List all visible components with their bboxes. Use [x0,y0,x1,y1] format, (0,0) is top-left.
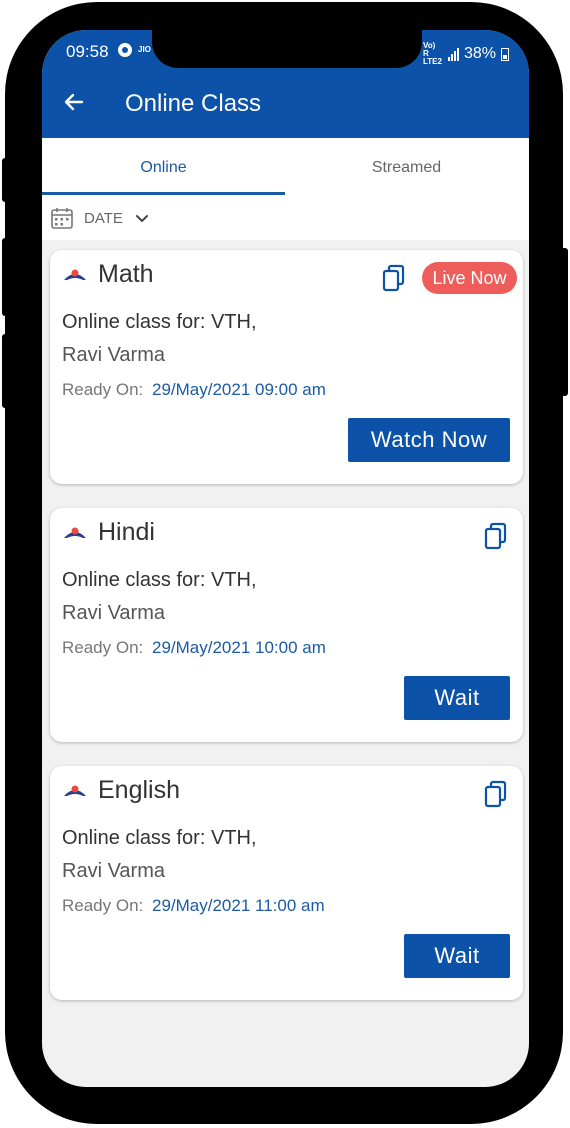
ready-on-label: Ready On: [62,380,144,399]
battery-icon [501,47,509,61]
tab-streamed[interactable]: Streamed [285,138,528,198]
signal-icon [447,47,459,61]
class-for-text: Online class for: VTH, [62,311,257,333]
chevron-down-icon [136,215,148,222]
subject-title: Hindi [98,518,155,546]
tab-online[interactable]: Online [42,138,285,198]
subject-title: English [98,776,180,804]
phone-side-button [2,238,12,316]
copy-icon[interactable] [382,264,406,292]
app-bar: 09:58 JIO Vo) R LTE2 38% Online Class [42,30,529,138]
school-logo-icon [64,269,86,280]
watch-now-button[interactable]: Watch Now [348,418,510,462]
page-title: Online Class [125,90,262,117]
class-card-english: English Online class for: VTH, Ravi Varm… [50,766,523,1000]
active-tab-indicator [42,192,285,195]
class-for-text: Online class for: VTH, [62,827,257,849]
app-screen: 09:58 JIO Vo) R LTE2 38% Online Class On… [42,30,529,1087]
wait-button[interactable]: Wait [404,676,510,720]
notification-icon [118,43,132,57]
teacher-name: Ravi Varma [62,602,165,624]
ready-on-label: Ready On: [62,638,144,657]
arrow-left-icon[interactable] [62,90,86,114]
date-filter-label: DATE [84,210,123,227]
ready-on-label: Ready On: [62,896,144,915]
school-logo-icon [64,527,86,538]
tab-bar: Online Streamed [42,138,529,198]
camera-notch [152,30,422,68]
phone-side-button [2,158,12,202]
ready-on-value: 29/May/2021 11:00 am [152,896,325,915]
teacher-name: Ravi Varma [62,860,165,882]
battery-percent: 38% [463,45,496,62]
copy-icon[interactable] [484,522,508,550]
status-right: Vo) R LTE2 38% [423,42,509,66]
date-filter[interactable]: DATE [42,198,529,240]
ready-on-value: 29/May/2021 10:00 am [152,638,326,657]
class-card-hindi: Hindi Online class for: VTH, Ravi Varma … [50,508,523,742]
status-small-label: JIO [138,45,151,54]
class-for-text: Online class for: VTH, [62,569,257,591]
subject-title: Math [98,260,154,288]
school-logo-icon [64,785,86,796]
teacher-name: Ravi Varma [62,344,165,366]
status-time: 09:58 [66,42,109,61]
phone-side-button [2,334,12,408]
wait-button[interactable]: Wait [404,934,510,978]
network-label: Vo) R LTE2 [422,41,442,66]
live-now-badge: Live Now [422,262,517,294]
ready-on-value: 29/May/2021 09:00 am [152,380,326,399]
class-card-math: Math Live Now Online class for: VTH, Rav… [50,250,523,484]
calendar-icon [51,208,73,229]
copy-icon[interactable] [484,780,508,808]
phone-side-button [558,248,568,396]
